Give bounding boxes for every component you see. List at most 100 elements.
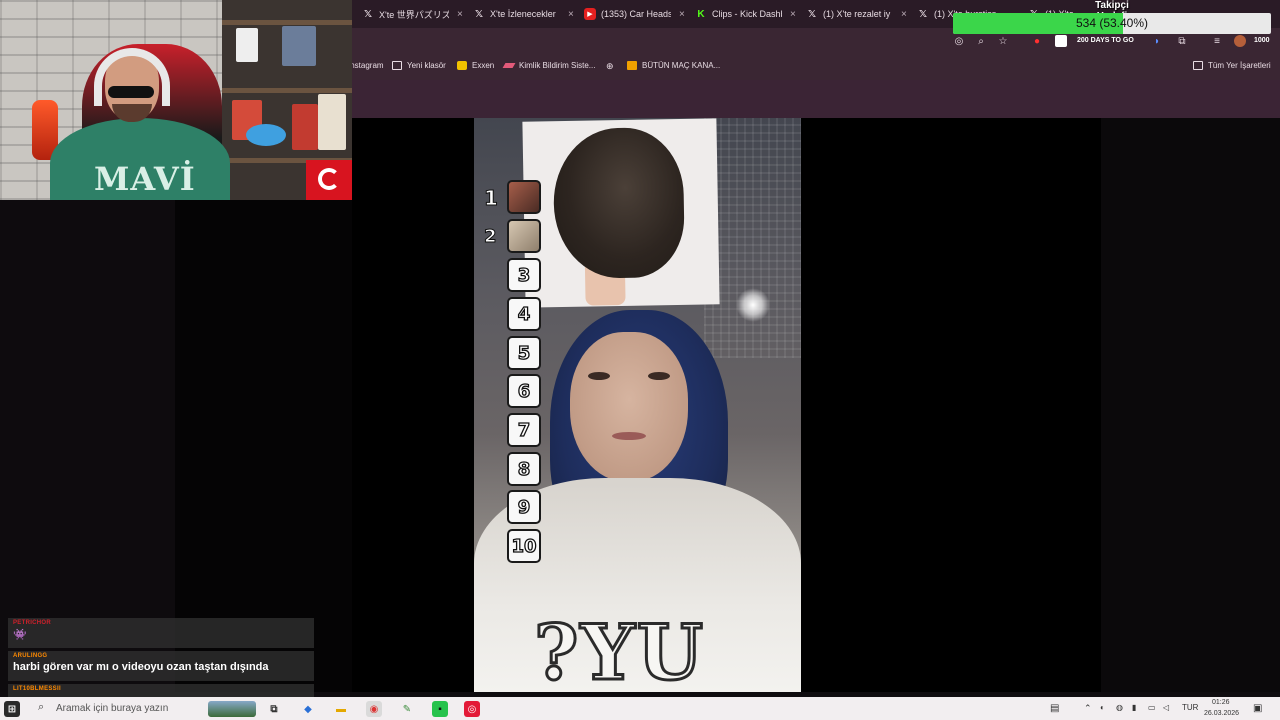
notifications-icon[interactable]: ▣ [1253, 703, 1262, 714]
app-icon[interactable]: ◆ [300, 701, 316, 717]
rank-number-1: 1 [484, 186, 499, 211]
flag-crescent [318, 168, 340, 190]
rank-slot-3: 3 [507, 258, 541, 292]
browser-tab-4[interactable]: K Clips - Kick Dashb × [695, 4, 796, 24]
haircut-reference-image [522, 118, 720, 308]
bookmark-kimlik[interactable]: Kimlik Bildirim Siste... [502, 61, 595, 70]
middle-dark-area [175, 118, 352, 692]
audio-extension-icon[interactable]: ◗ [1151, 35, 1163, 47]
right-eye [648, 372, 670, 380]
zoom-icon[interactable]: ⌕ [975, 35, 987, 47]
reference-hair [552, 126, 686, 280]
rank-slot-9: 9 [507, 490, 541, 524]
record-icon[interactable]: ● [1031, 35, 1043, 47]
clock-date[interactable]: 26.03.2026 [1204, 710, 1239, 717]
extension-count: 1000 [1254, 37, 1270, 44]
bookmark-instagram[interactable]: Instagram [348, 61, 384, 70]
chat-username: ARULINGG [13, 653, 48, 659]
x-logo-icon: 𝕏 [807, 8, 817, 20]
book [292, 104, 318, 150]
tray-app-icon[interactable]: ◍ [1116, 703, 1123, 712]
rank-slot-1-image [507, 180, 541, 214]
chat-text: harbi gören var mı o videoyu ozan taştan… [13, 661, 269, 673]
browser-tab-2[interactable]: 𝕏 X'te İzlenecekler × [473, 4, 574, 24]
extension-white-icon[interactable] [1055, 35, 1067, 47]
face [570, 332, 688, 482]
chrome-icon[interactable]: ◉ [366, 701, 382, 717]
sweater-print: MAVİ [94, 160, 196, 198]
start-button-icon[interactable]: ⊞ [4, 701, 20, 717]
exxen-icon [457, 61, 467, 70]
close-tab-icon[interactable]: × [790, 9, 796, 20]
browser-tab-5[interactable]: 𝕏 (1) X'te rezalet iy × [806, 4, 907, 24]
streamer-webcam: MAVİ [0, 0, 352, 200]
bookmark-star-icon[interactable]: ☆ [997, 35, 1009, 47]
chat-username: PETRICHOR [13, 620, 52, 626]
content-side-panel [1101, 118, 1280, 692]
close-tab-icon[interactable]: × [457, 9, 463, 20]
rank-slot-10: 10 [507, 529, 541, 563]
x-logo-icon: 𝕏 [363, 8, 373, 20]
rank-slot-8: 8 [507, 452, 541, 486]
chat-message: ARULINGG harbi gören var mı o videoyu oz… [8, 651, 314, 681]
bookmark-macs[interactable]: BÜTÜN MAÇ KANA... [627, 61, 720, 70]
bookmark-globe[interactable]: ⊕ [606, 61, 614, 72]
bookmark-new-folder[interactable]: Yeni klasör [392, 61, 446, 70]
taskbar-search-icon[interactable]: ⌕ [38, 701, 44, 714]
left-eye [588, 372, 610, 380]
kick-icon: K [697, 8, 705, 20]
shelf-board [222, 20, 352, 25]
browser-tab-1[interactable]: 𝕏X'te 世界パズリズム× [362, 4, 463, 24]
follower-goal-bar: 534 (53.40%) [953, 13, 1271, 34]
language-indicator[interactable]: TUR [1182, 703, 1198, 712]
task-view-icon[interactable]: ⧉ [266, 701, 282, 717]
fish-toy [246, 124, 286, 146]
weather-widget-icon[interactable] [208, 701, 256, 717]
folder-icon [392, 61, 402, 70]
reading-list-icon[interactable]: ≡ [1211, 35, 1223, 47]
shelf-board [222, 88, 352, 93]
youtube-icon: ▶ [584, 8, 596, 20]
box [318, 94, 346, 150]
bookmark-exxen[interactable]: Exxen [457, 61, 494, 70]
file-explorer-icon[interactable]: ▬ [333, 701, 349, 717]
app-icon[interactable]: ✎ [399, 701, 415, 717]
network-icon[interactable]: ▭ [1148, 703, 1156, 712]
all-bookmarks[interactable]: Tüm Yer İşaretleri [1193, 61, 1271, 70]
chat-username: LIT10BLMESSII [13, 686, 61, 692]
profile-avatar-icon[interactable] [1234, 35, 1246, 47]
close-tab-icon[interactable]: × [679, 9, 685, 20]
close-tab-icon[interactable]: × [901, 9, 907, 20]
jp-icon [627, 61, 637, 70]
screen-icon[interactable]: ▤ [1050, 703, 1059, 714]
lens-icon[interactable]: ◎ [953, 35, 965, 47]
x-logo-icon: 𝕏 [474, 8, 484, 20]
app-icon[interactable]: ▪ [432, 701, 448, 717]
folder-icon [1193, 61, 1203, 70]
countdown-extension[interactable]: 200 DAYS TO GO [1077, 37, 1134, 44]
rank-slot-7: 7 [507, 413, 541, 447]
page-header-band [352, 80, 1280, 118]
framed-photo [236, 28, 258, 62]
chat-message: LIT10BLMESSII [8, 684, 314, 697]
chat-message: PETRICHOR 👾 [8, 618, 314, 648]
microphone-tray-icon[interactable]: ▮ [1132, 703, 1136, 712]
volume-icon[interactable]: ◁ [1163, 703, 1169, 712]
tray-chevron-icon[interactable]: ⌃ [1084, 703, 1092, 714]
ceiling-light [736, 288, 770, 322]
tray-app-icon[interactable]: ◐ [1100, 703, 1105, 712]
rank-slot-2-image [507, 219, 541, 253]
picture-frame [282, 26, 316, 66]
app-icon[interactable]: ◎ [464, 701, 480, 717]
clock-time[interactable]: 01:26 [1212, 699, 1230, 706]
browser-tab-3[interactable]: ▶ (1353) Car Heads × [584, 4, 685, 24]
globe-icon: ⊕ [606, 61, 614, 71]
close-tab-icon[interactable]: × [568, 9, 574, 20]
extensions-puzzle-icon[interactable]: ⧉ [1176, 35, 1188, 47]
sunglasses [108, 86, 154, 98]
follower-goal-text: 534 (53.40%) [1075, 16, 1149, 30]
content-left-black [352, 118, 474, 692]
taskbar-search-input[interactable]: Aramak için buraya yazın [56, 703, 168, 714]
ceiling-panels [704, 118, 801, 358]
rank-slot-5: 5 [507, 336, 541, 370]
